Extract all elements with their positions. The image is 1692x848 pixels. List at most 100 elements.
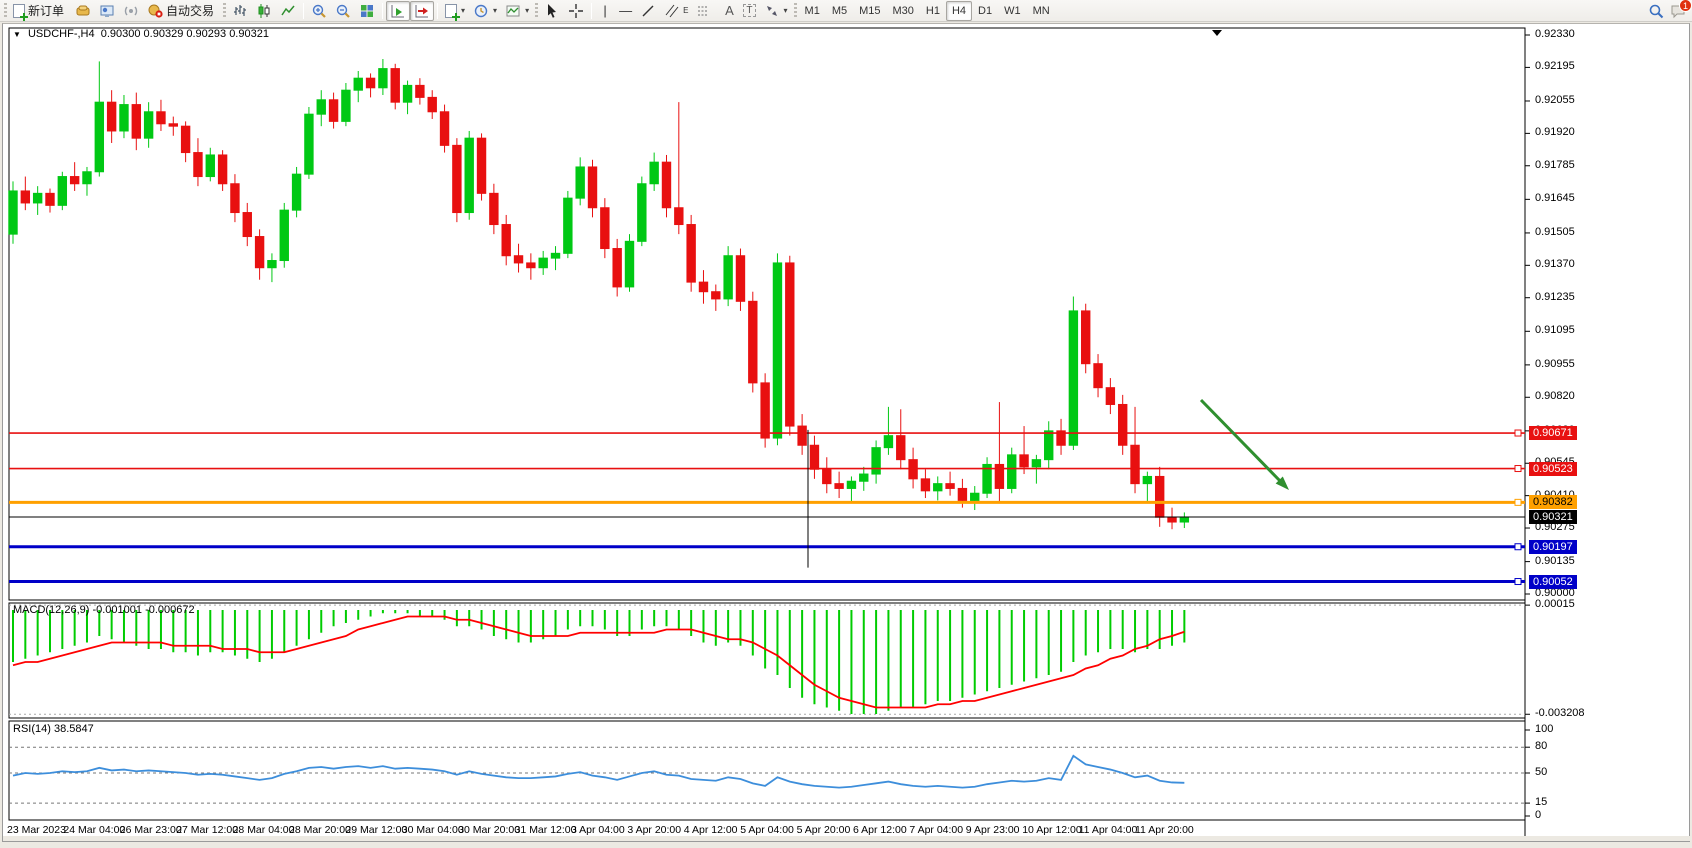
trendline-icon <box>640 3 656 19</box>
toolbar-separator <box>591 3 592 19</box>
toolbar-grip <box>535 3 538 19</box>
market-watch-button[interactable] <box>71 1 95 21</box>
price-tag-red: 0.90671 <box>1529 426 1577 440</box>
chevron-down-icon: ▾ <box>493 6 497 15</box>
horizontal-line-tool-button[interactable]: — <box>615 1 636 21</box>
time-tick-label: 11 Apr 20:00 <box>1135 824 1194 836</box>
charts-button[interactable] <box>95 1 119 21</box>
line-handle[interactable] <box>1515 466 1521 472</box>
time-tick-label: 3 Apr 04:00 <box>571 824 625 836</box>
cursor-tool-button[interactable] <box>540 1 564 21</box>
time-tick-label: 6 Apr 12:00 <box>853 824 907 836</box>
line-handle[interactable] <box>1515 499 1521 505</box>
text-label-tool-button[interactable]: T <box>739 1 759 21</box>
crosshair-tool-button[interactable] <box>564 1 588 21</box>
time-tick-label: 28 Mar 04:00 <box>233 824 295 836</box>
periods-button[interactable]: ▾ <box>469 1 501 21</box>
timeframe-MN[interactable]: MN <box>1027 1 1056 21</box>
vertical-line-tool-button[interactable]: | <box>595 1 615 21</box>
auto-scroll-icon <box>390 3 406 19</box>
timeframe-M15[interactable]: M15 <box>853 1 886 21</box>
line-chart-button[interactable] <box>276 1 300 21</box>
price-tick-label: 0.91920 <box>1535 126 1575 138</box>
crosshair-icon <box>568 3 584 19</box>
rsi-level-label: 50 <box>1535 766 1547 778</box>
timeframe-W1[interactable]: W1 <box>998 1 1027 21</box>
toolbar-grip <box>223 3 226 19</box>
price-tick-label: 0.92330 <box>1535 28 1575 40</box>
timeframe-M5[interactable]: M5 <box>826 1 853 21</box>
timeframe-M1[interactable]: M1 <box>799 1 826 21</box>
tile-windows-button[interactable] <box>355 1 379 21</box>
chevron-down-icon: ▼ <box>13 30 21 39</box>
price-tick-label: 0.91370 <box>1535 258 1575 270</box>
ohlc-values-text: 0.90300 0.90329 0.90293 0.90321 <box>101 28 269 40</box>
timeframe-H1[interactable]: H1 <box>920 1 946 21</box>
indicators-button[interactable]: ▾ <box>441 1 469 21</box>
time-tick-label: 5 Apr 04:00 <box>740 824 794 836</box>
macd-indicator-label: MACD(12,26,9) -0.001001 -0.000672 <box>13 604 195 616</box>
time-tick-label: 31 Mar 12:00 <box>515 824 577 836</box>
zoom-in-button[interactable] <box>307 1 331 21</box>
chart-canvas[interactable] <box>3 24 1691 843</box>
toolbar-separator <box>437 3 438 19</box>
time-tick-label: 24 Mar 04:00 <box>63 824 125 836</box>
fibonacci-tool-button[interactable] <box>692 1 719 21</box>
arrows-tool-button[interactable]: ▾ <box>760 1 792 21</box>
candlestick-chart-button[interactable] <box>252 1 276 21</box>
main-pane-frame <box>9 28 1525 600</box>
time-tick-label: 11 Apr 04:00 <box>1079 824 1138 836</box>
timeframe-H4[interactable]: H4 <box>946 1 972 21</box>
new-order-icon <box>13 4 25 18</box>
price-tick-label: 0.91095 <box>1535 324 1575 336</box>
price-tick-label: 0.90820 <box>1535 390 1575 402</box>
chart-monitor-icon <box>99 3 115 19</box>
toolbar: 新订单 自动 <box>0 0 1692 22</box>
notifications-button[interactable]: 1 <box>1670 3 1686 19</box>
new-order-label: 新订单 <box>28 2 64 19</box>
chart-shift-button[interactable] <box>410 1 434 21</box>
price-tag-blue: 0.90052 <box>1529 575 1577 589</box>
zoom-out-icon <box>335 3 351 19</box>
time-tick-label: 5 Apr 20:00 <box>797 824 851 836</box>
auto-trading-button[interactable]: 自动交易 <box>143 1 221 21</box>
equidistant-channel-icon <box>664 3 680 19</box>
line-handle[interactable] <box>1515 430 1521 436</box>
time-tick-label: 29 Mar 12:00 <box>345 824 407 836</box>
trendline-tool-button[interactable] <box>636 1 660 21</box>
templates-button[interactable]: ▾ <box>501 1 533 21</box>
chevron-down-icon: ▾ <box>525 6 529 15</box>
time-tick-label: 30 Mar 20:00 <box>458 824 520 836</box>
zoom-out-button[interactable] <box>331 1 355 21</box>
new-order-button[interactable]: 新订单 <box>9 1 71 21</box>
time-tick-label: 10 Apr 12:00 <box>1022 824 1082 836</box>
price-axis[interactable]: 0.923300.921950.920550.919200.917850.916… <box>1527 24 1689 820</box>
auto-scroll-button[interactable] <box>386 1 410 21</box>
bar-chart-button[interactable] <box>228 1 252 21</box>
chart-symbol-label[interactable]: ▼ USDCHF-,H4 0.90300 0.90329 0.90293 0.9… <box>13 28 269 40</box>
line-handle[interactable] <box>1515 544 1521 550</box>
price-tick-label: 0.90135 <box>1535 555 1575 567</box>
signals-button[interactable] <box>119 1 143 21</box>
chevron-down-icon: ▾ <box>461 6 465 15</box>
cursor-icon <box>544 3 560 19</box>
rsi-level-label: 80 <box>1535 740 1547 752</box>
time-tick-label: 9 Apr 23:00 <box>966 824 1020 836</box>
symbol-period-text: USDCHF-,H4 <box>28 28 95 40</box>
rsi-pane-frame <box>9 721 1525 820</box>
text-tool-button[interactable]: A <box>719 1 739 21</box>
vertical-line-icon: | <box>603 3 606 18</box>
channel-tool-button[interactable]: E <box>660 1 692 21</box>
tile-windows-icon <box>359 3 375 19</box>
price-tag-red: 0.90523 <box>1529 462 1577 476</box>
time-tick-label: 26 Mar 23:00 <box>120 824 182 836</box>
line-handle[interactable] <box>1515 579 1521 585</box>
indicators-icon <box>445 4 457 18</box>
timeframe-D1[interactable]: D1 <box>972 1 998 21</box>
timeframe-M30[interactable]: M30 <box>887 1 920 21</box>
time-tick-label: 4 Apr 12:00 <box>684 824 738 836</box>
search-icon[interactable] <box>1648 3 1664 19</box>
price-tick-label: 0.91645 <box>1535 192 1575 204</box>
window-bottom-edge <box>3 836 1691 841</box>
time-tick-label: 23 Mar 2023 <box>7 824 66 836</box>
